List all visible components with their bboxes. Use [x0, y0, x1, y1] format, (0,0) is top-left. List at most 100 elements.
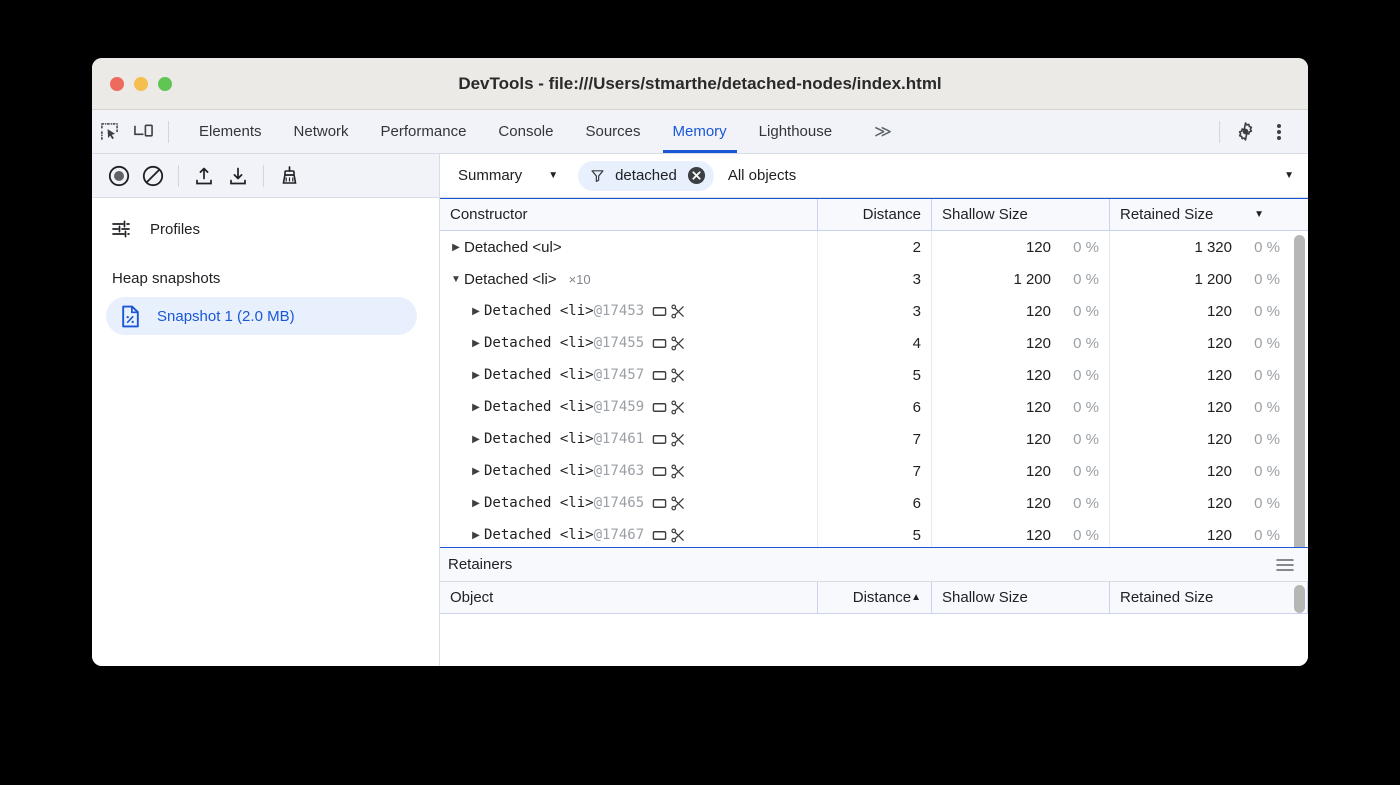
tab-sources[interactable]: Sources	[569, 110, 656, 153]
retained-size-percent: 0 %	[1232, 367, 1280, 384]
grid-scrollbar-thumb[interactable]	[1294, 235, 1305, 548]
dom-node-icon[interactable]	[652, 496, 667, 511]
tab-memory[interactable]: Memory	[657, 110, 743, 153]
close-button[interactable]	[110, 77, 124, 91]
table-row[interactable]: ▶Detached <li> @1745331200 %1200 %	[440, 295, 1308, 327]
expand-triangle-icon[interactable]: ▶	[468, 370, 484, 381]
expand-triangle-icon[interactable]: ▼	[448, 274, 464, 285]
grid-vertical-scrollbar[interactable]	[1294, 235, 1305, 541]
retained-size-value: 1 320	[1170, 239, 1232, 256]
retained-size-value: 1 200	[1170, 271, 1232, 288]
gear-icon[interactable]	[1228, 117, 1262, 147]
dom-node-icon[interactable]	[652, 528, 667, 543]
table-row[interactable]: ▶Detached <li> @1746171200 %1200 %	[440, 423, 1308, 455]
dom-node-icon[interactable]	[652, 304, 667, 319]
class-filter-value: All objects	[728, 167, 796, 184]
sidebar-item-profiles[interactable]: Profiles	[92, 210, 439, 248]
expand-triangle-icon[interactable]: ▶	[468, 434, 484, 445]
expand-triangle-icon[interactable]: ▶	[468, 306, 484, 317]
table-row[interactable]: ▶Detached <li> @1745751200 %1200 %	[440, 359, 1308, 391]
table-row[interactable]: ▶Detached <ul>21200 %1 3200 %	[440, 231, 1308, 263]
download-icon[interactable]	[221, 161, 255, 191]
record-icon[interactable]	[102, 161, 136, 191]
cell-distance: 2	[818, 231, 932, 263]
table-row[interactable]: ▶Detached <li> @1745541200 %1200 %	[440, 327, 1308, 359]
tab-performance[interactable]: Performance	[365, 110, 483, 153]
expand-triangle-icon[interactable]: ▶	[448, 242, 464, 253]
detached-scissors-icon[interactable]	[670, 528, 685, 543]
zoom-button[interactable]	[158, 77, 172, 91]
dom-node-icon[interactable]	[652, 464, 667, 479]
filter-value: detached	[615, 167, 677, 184]
no-entry-icon[interactable]	[136, 161, 170, 191]
dom-node-icon[interactable]	[652, 368, 667, 383]
dom-node-icon[interactable]	[652, 336, 667, 351]
table-row[interactable]: ▶Detached <li> @1746371200 %1200 %	[440, 455, 1308, 487]
shallow-size-percent: 0 %	[1051, 527, 1099, 544]
cell-shallow-size: 1200 %	[932, 487, 1110, 519]
table-row[interactable]: ▶Detached <li> @1746561200 %1200 %	[440, 487, 1308, 519]
tab-label: Elements	[199, 123, 262, 140]
expand-triangle-icon[interactable]: ▶	[468, 530, 484, 541]
cell-shallow-size: 1200 %	[932, 455, 1110, 487]
expand-triangle-icon[interactable]: ▶	[468, 402, 484, 413]
expand-triangle-icon[interactable]: ▶	[468, 466, 484, 477]
constructor-name: Detached <li>	[484, 431, 594, 447]
detached-scissors-icon[interactable]	[670, 304, 685, 319]
constructor-name: Detached <li>	[484, 335, 594, 351]
toolbar-divider	[178, 165, 179, 187]
column-header-retainers-shallow-size[interactable]: Shallow Size	[932, 582, 1110, 613]
expand-triangle-icon[interactable]: ▶	[468, 498, 484, 509]
retainers-scrollbar-thumb[interactable]	[1294, 585, 1305, 613]
cell-shallow-size: 1200 %	[932, 295, 1110, 327]
sort-descending-icon: ▼	[1254, 209, 1264, 220]
hamburger-icon[interactable]	[1276, 558, 1294, 572]
column-header-retained-size[interactable]: Retained Size ▼	[1110, 199, 1308, 230]
class-filter-select[interactable]: All objects ▼	[714, 167, 1308, 184]
chevron-double-right-icon: ≫	[864, 122, 899, 142]
retained-size-value: 120	[1170, 335, 1232, 352]
inspect-element-icon[interactable]	[92, 117, 126, 147]
detached-scissors-icon[interactable]	[670, 400, 685, 415]
detached-scissors-icon[interactable]	[670, 464, 685, 479]
view-select[interactable]: Summary ▼	[448, 167, 568, 184]
detached-scissors-icon[interactable]	[670, 496, 685, 511]
upload-icon[interactable]	[187, 161, 221, 191]
dom-node-icon[interactable]	[652, 432, 667, 447]
sidebar-item-snapshot-1[interactable]: Snapshot 1 (2.0 MB)	[106, 297, 417, 335]
detached-scissors-icon[interactable]	[670, 432, 685, 447]
column-header-distance[interactable]: Distance	[818, 199, 932, 230]
more-tabs-button[interactable]: ≫	[848, 110, 915, 153]
minimize-button[interactable]	[134, 77, 148, 91]
tab-network[interactable]: Network	[278, 110, 365, 153]
retainers-header-row: Object Distance ▲ Shallow Size Retained …	[440, 582, 1308, 614]
column-header-retainers-distance[interactable]: Distance ▲	[818, 582, 932, 613]
clear-circle-icon[interactable]	[687, 166, 706, 185]
cell-retained-size: 1200 %	[1110, 327, 1308, 359]
column-header-retainers-retained-size[interactable]: Retained Size	[1110, 582, 1308, 613]
retained-size-percent: 0 %	[1232, 495, 1280, 512]
cell-constructor: ▶Detached <ul>	[440, 231, 818, 263]
tab-console[interactable]: Console	[482, 110, 569, 153]
expand-triangle-icon[interactable]: ▶	[468, 338, 484, 349]
sidebar-item-label: Snapshot 1 (2.0 MB)	[157, 308, 295, 325]
tab-lighthouse[interactable]: Lighthouse	[743, 110, 848, 153]
collect-garbage-icon[interactable]	[272, 161, 306, 191]
column-header-shallow-size[interactable]: Shallow Size	[932, 199, 1110, 230]
cell-constructor: ▶Detached <li> @17465	[440, 487, 818, 519]
dom-node-icon[interactable]	[652, 400, 667, 415]
retained-size-percent: 0 %	[1232, 335, 1280, 352]
filter-chip[interactable]: detached	[578, 161, 714, 191]
table-row[interactable]: ▶Detached <li> @1745961200 %1200 %	[440, 391, 1308, 423]
table-row[interactable]: ▼Detached <li>×1031 2000 %1 2000 %	[440, 263, 1308, 295]
table-row[interactable]: ▶Detached <li> @1746751200 %1200 %	[440, 519, 1308, 547]
more-vertical-icon[interactable]	[1262, 117, 1296, 147]
column-header-constructor[interactable]: Constructor	[440, 199, 818, 230]
tab-elements[interactable]: Elements	[183, 110, 278, 153]
shallow-size-value: 120	[989, 239, 1051, 256]
detached-scissors-icon[interactable]	[670, 336, 685, 351]
grid-body: ▶Detached <ul>21200 %1 3200 %▼Detached <…	[440, 231, 1308, 547]
device-toolbar-icon[interactable]	[126, 117, 160, 147]
column-header-object[interactable]: Object	[440, 582, 818, 613]
detached-scissors-icon[interactable]	[670, 368, 685, 383]
